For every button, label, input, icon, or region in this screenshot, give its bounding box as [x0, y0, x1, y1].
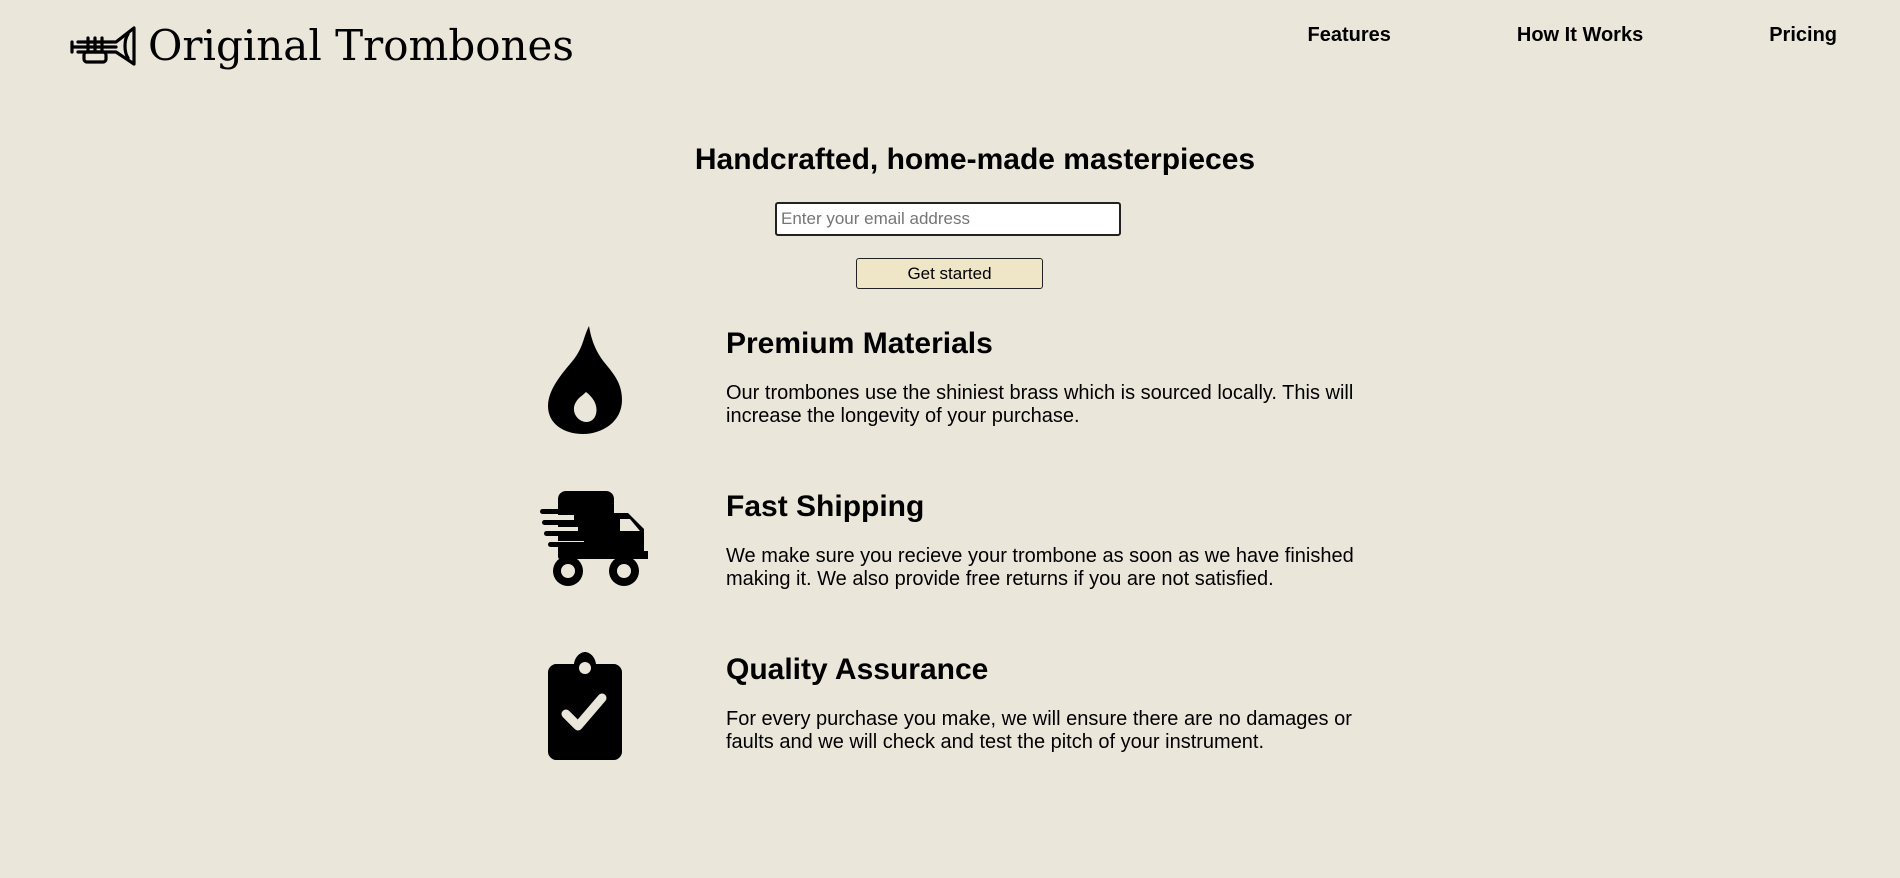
feature-title: Quality Assurance [726, 653, 989, 686]
nav-link-features[interactable]: Features [1308, 22, 1391, 48]
hero-heading: Handcrafted, home-made masterpieces [694, 143, 1256, 176]
hero-section: Handcrafted, home-made masterpieces [0, 138, 1900, 182]
feature-title: Premium Materials [726, 327, 993, 360]
get-started-button[interactable]: Get started [856, 258, 1043, 289]
site-header: Original Trombones Features How It Works… [0, 0, 1900, 100]
nav-link-how-it-works[interactable]: How It Works [1517, 22, 1643, 48]
main-nav: Features How It Works Pricing [1182, 22, 1837, 48]
brand-logo[interactable]: Original Trombones [68, 22, 574, 70]
brand-name: Original Trombones [148, 21, 574, 70]
clipboard-check-icon [548, 652, 622, 760]
feature-premium-materials: Premium Materials Our trombones use the … [540, 326, 1360, 456]
fire-icon [548, 326, 622, 434]
email-input[interactable] [775, 202, 1121, 236]
trumpet-icon [70, 26, 136, 66]
nav-link-pricing[interactable]: Pricing [1769, 22, 1837, 48]
feature-description: We make sure you recieve your trombone a… [726, 545, 1354, 590]
feature-description: Our trombones use the shiniest brass whi… [726, 382, 1354, 427]
feature-quality-assurance: Quality Assurance For every purchase you… [540, 652, 1360, 782]
shipping-truck-icon [540, 491, 648, 586]
feature-description: For every purchase you make, we will ens… [726, 708, 1352, 753]
feature-fast-shipping: Fast Shipping We make sure you recieve y… [540, 489, 1360, 619]
feature-title: Fast Shipping [726, 490, 925, 523]
